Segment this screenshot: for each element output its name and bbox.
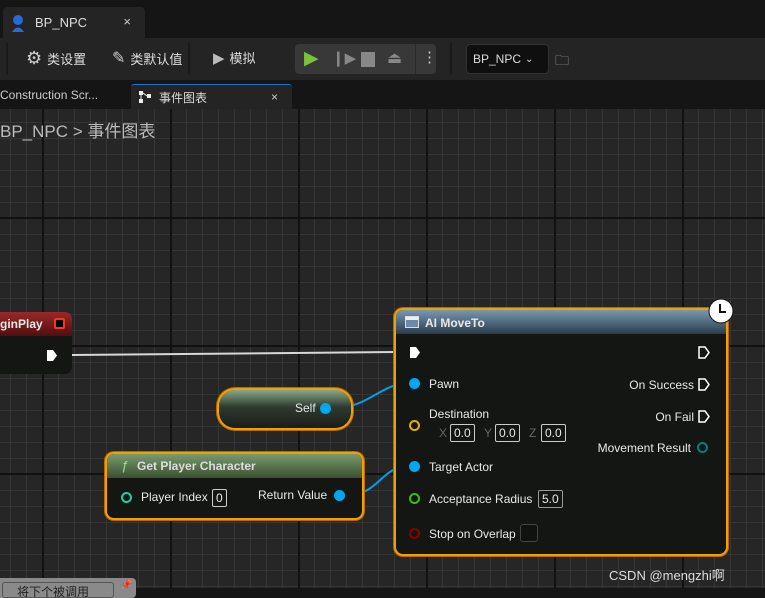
- self-node[interactable]: Self: [219, 390, 351, 428]
- event-beginplay-node[interactable]: ginPlay: [0, 312, 72, 374]
- stop-on-overlap-pin[interactable]: [409, 528, 420, 539]
- target-actor-pin[interactable]: [409, 461, 420, 472]
- pin-icon[interactable]: 📌: [120, 580, 132, 591]
- exec-out-pin[interactable]: [46, 349, 58, 362]
- self-label: Self: [295, 401, 316, 415]
- player-index-label: Player Index: [141, 490, 208, 504]
- comment-text: 将下个被调用: [2, 582, 114, 598]
- self-output-pin[interactable]: [320, 403, 331, 414]
- get-player-character-node[interactable]: ƒ Get Player Character Player Index 0 Re…: [107, 454, 362, 518]
- on-fail-pin[interactable]: [698, 410, 710, 423]
- on-fail-label: On Fail: [655, 410, 694, 424]
- player-index-input[interactable]: 0: [212, 489, 227, 507]
- stop-on-overlap-label: Stop on Overlap: [429, 527, 516, 541]
- comment-bubble[interactable]: 将下个被调用 📌: [0, 578, 136, 598]
- node-title: Get Player Character: [137, 459, 256, 473]
- node-title: ginPlay: [0, 317, 43, 331]
- destination-y-input[interactable]: 0.0: [495, 424, 520, 442]
- destination-pin[interactable]: [409, 420, 420, 431]
- stop-on-overlap-checkbox[interactable]: [520, 524, 538, 542]
- acceptance-radius-input[interactable]: 5.0: [538, 490, 563, 508]
- clock-icon: [708, 298, 734, 324]
- exec-wire: [71, 351, 401, 356]
- x-label: X: [439, 426, 448, 440]
- return-value-label: Return Value: [258, 488, 328, 502]
- on-success-label: On Success: [629, 378, 694, 392]
- destination-x-input[interactable]: 0.0: [450, 424, 475, 442]
- pawn-pin[interactable]: [409, 378, 420, 389]
- node-title: AI MoveTo: [425, 316, 485, 330]
- player-index-pin[interactable]: [121, 492, 132, 503]
- event-icon: [54, 318, 65, 329]
- pawn-label: Pawn: [429, 377, 460, 391]
- on-success-pin[interactable]: [698, 378, 710, 391]
- function-icon: ƒ: [121, 458, 129, 473]
- acceptance-radius-label: Acceptance Radius: [429, 492, 533, 506]
- y-label: Y: [484, 426, 493, 440]
- movement-result-label: Movement Result: [597, 441, 691, 455]
- movement-result-pin[interactable]: [697, 442, 708, 453]
- destination-label: Destination: [429, 407, 490, 421]
- exec-out-pin[interactable]: [698, 346, 710, 359]
- watermark: CSDN @mengzhi啊: [609, 568, 725, 583]
- z-label: Z: [529, 426, 537, 440]
- ai-moveto-node[interactable]: AI MoveTo Pawn Destination X 0.0 Y 0.0 Z…: [396, 298, 734, 554]
- exec-in-pin[interactable]: [409, 346, 421, 359]
- target-actor-label: Target Actor: [429, 460, 494, 474]
- return-value-pin[interactable]: [334, 490, 345, 501]
- latent-function-icon: [405, 316, 419, 328]
- destination-z-input[interactable]: 0.0: [541, 424, 566, 442]
- acceptance-radius-pin[interactable]: [409, 493, 420, 504]
